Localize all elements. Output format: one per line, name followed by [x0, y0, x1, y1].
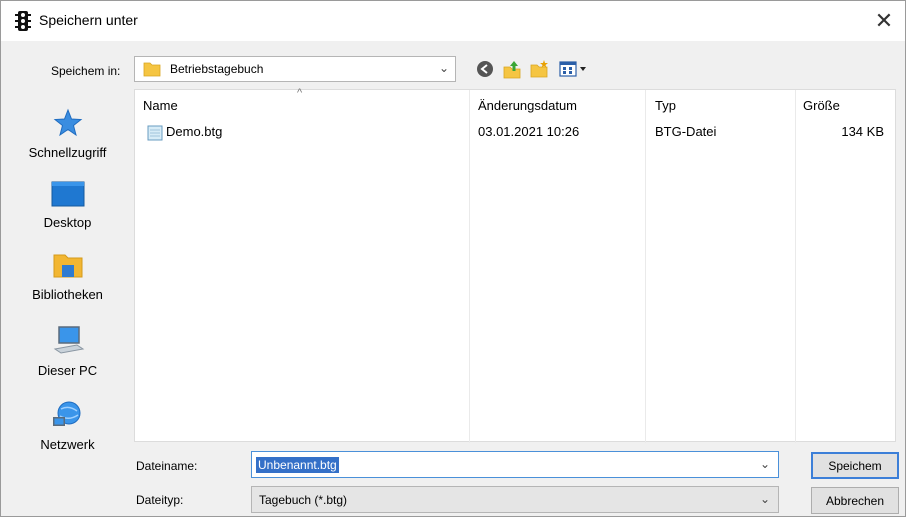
- column-header-name[interactable]: Name: [143, 98, 178, 113]
- chevron-down-icon[interactable]: ⌄: [760, 457, 770, 471]
- save-as-dialog: Speichern unter ✕ Speichem in: Betriebst…: [0, 0, 906, 517]
- file-name: Demo.btg: [166, 124, 223, 139]
- chevron-down-icon: ⌄: [759, 492, 770, 506]
- file-icon: [147, 125, 163, 141]
- title-bar: Speichern unter ✕: [1, 1, 905, 41]
- back-icon: [477, 61, 493, 77]
- location-dropdown[interactable]: Betriebstagebuch ⌄: [134, 56, 456, 82]
- up-folder-icon: [503, 61, 521, 79]
- file-date: 03.01.2021 10:26: [478, 124, 580, 139]
- filename-value: Unbenannt.btg: [256, 457, 339, 473]
- column-header-date[interactable]: Änderungsdatum: [478, 98, 577, 113]
- folder-icon: [143, 62, 161, 77]
- star-icon: [53, 108, 82, 137]
- file-size: 134 KB: [841, 124, 884, 139]
- close-button[interactable]: ✕: [867, 7, 901, 35]
- location-value: Betriebstagebuch: [170, 62, 264, 76]
- filename-input[interactable]: Unbenannt.btg ⌄: [251, 451, 779, 478]
- desktop-icon: [51, 181, 84, 207]
- new-folder-icon: [530, 60, 548, 78]
- place-netzwerk[interactable]: Netzwerk: [1, 399, 134, 452]
- file-row[interactable]: Demo.btg 03.01.2021 10:26 BTG-Datei 134 …: [135, 122, 895, 144]
- new-folder-button[interactable]: [528, 58, 550, 80]
- place-label: Desktop: [43, 215, 92, 230]
- network-icon: [52, 401, 80, 426]
- cancel-button[interactable]: Abbrechen: [811, 487, 899, 514]
- file-list[interactable]: Name ^ Änderungsdatum Typ Größe Demo.btg…: [134, 87, 896, 443]
- view-menu-icon: [559, 61, 586, 77]
- computer-icon: [53, 326, 84, 354]
- place-label: Dieser PC: [37, 363, 98, 378]
- sort-ascending-icon: ^: [297, 87, 303, 99]
- place-schnellzugriff[interactable]: Schnellzugriff: [1, 107, 134, 160]
- traffic-light-icon: [15, 11, 31, 31]
- save-button[interactable]: Speichem: [811, 452, 899, 479]
- column-header-size[interactable]: Größe: [803, 98, 840, 113]
- back-button[interactable]: [474, 58, 496, 80]
- chevron-down-icon: ⌄: [438, 61, 449, 75]
- library-icon: [53, 254, 82, 278]
- up-folder-button[interactable]: [501, 58, 523, 80]
- column-header-type[interactable]: Typ: [655, 98, 676, 113]
- place-label: Netzwerk: [40, 437, 95, 452]
- place-desktop[interactable]: Desktop: [1, 181, 134, 230]
- place-dieser-pc[interactable]: Dieser PC: [1, 325, 134, 378]
- close-icon: ✕: [874, 8, 894, 33]
- place-label: Bibliotheken: [32, 287, 103, 302]
- filetype-value: Tagebuch (*.btg): [259, 493, 348, 507]
- window-title: Speichern unter: [39, 12, 138, 28]
- place-bibliotheken[interactable]: Bibliotheken: [1, 249, 134, 302]
- place-label: Schnellzugriff: [28, 145, 107, 160]
- file-type: BTG-Datei: [655, 124, 717, 139]
- location-label: Speichem in:: [51, 64, 121, 78]
- view-menu-button[interactable]: [557, 58, 591, 80]
- filetype-label: Dateityp:: [136, 493, 184, 507]
- places-bar: Schnellzugriff Desktop Bibliotheken Dies…: [1, 89, 134, 452]
- filetype-dropdown[interactable]: Tagebuch (*.btg) ⌄: [251, 486, 779, 513]
- filename-label: Dateiname:: [136, 459, 198, 473]
